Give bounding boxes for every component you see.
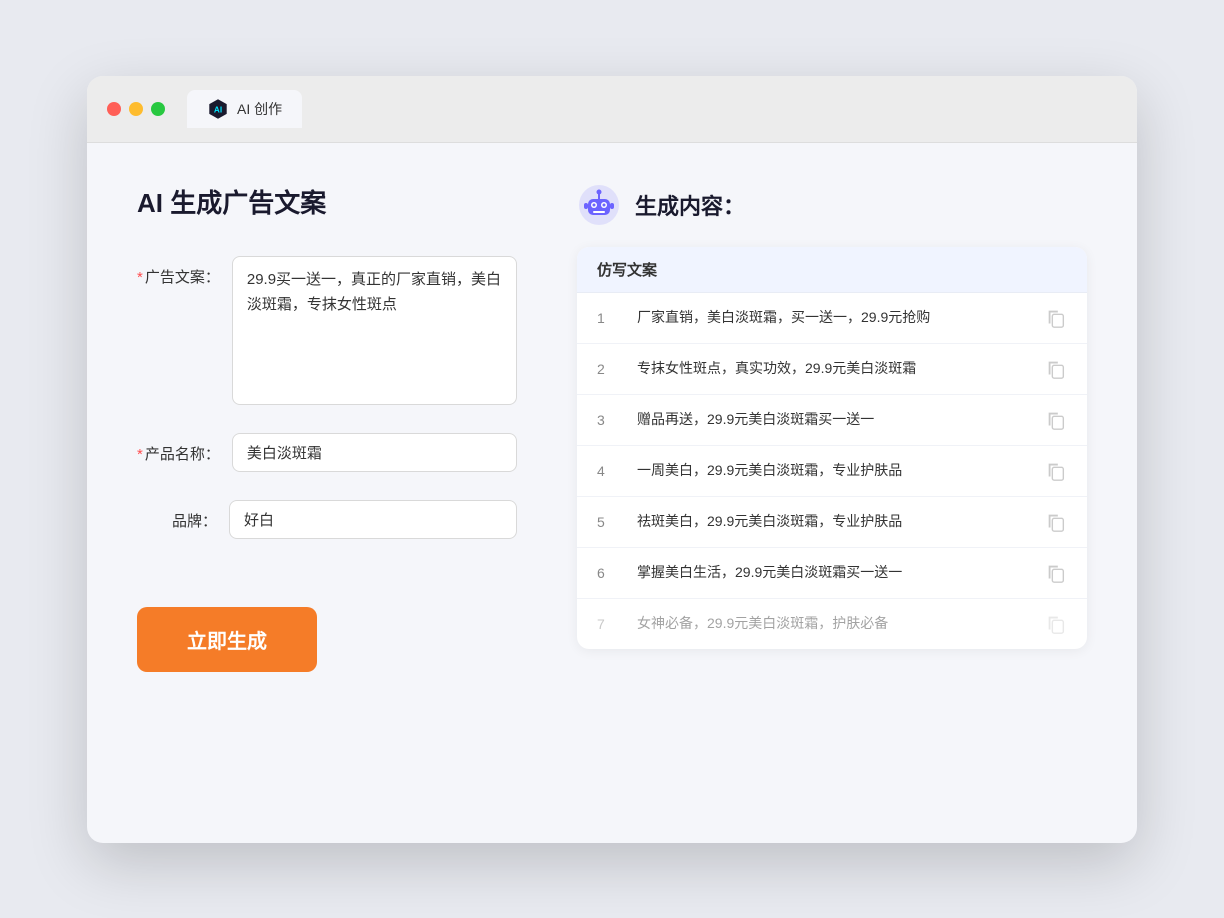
item-text: 祛斑美白，29.9元美白淡斑霜，专业护肤品 bbox=[637, 511, 1029, 532]
ad-form-row: *广告文案： 29.9买一送一，真正的厂家直销，美白淡斑霜，专抹女性斑点 bbox=[137, 256, 517, 406]
item-number: 1 bbox=[597, 310, 621, 326]
item-number: 3 bbox=[597, 412, 621, 428]
minimize-button[interactable] bbox=[129, 102, 143, 116]
copy-icon[interactable] bbox=[1045, 358, 1067, 380]
item-number: 6 bbox=[597, 565, 621, 581]
table-header: 仿写文案 bbox=[577, 247, 1087, 293]
item-number: 4 bbox=[597, 463, 621, 479]
copy-icon[interactable] bbox=[1045, 460, 1067, 482]
browser-window: AI AI 创作 AI 生成广告文案 *广告文案： 29.9买一送一，真正的厂家… bbox=[87, 76, 1137, 843]
product-required-star: * bbox=[137, 446, 143, 463]
item-text: 掌握美白生活，29.9元美白淡斑霜买一送一 bbox=[637, 562, 1029, 583]
svg-text:AI: AI bbox=[214, 105, 222, 114]
brand-input[interactable] bbox=[229, 500, 517, 539]
copy-icon[interactable] bbox=[1045, 511, 1067, 533]
title-bar: AI AI 创作 bbox=[87, 76, 1137, 143]
left-panel: AI 生成广告文案 *广告文案： 29.9买一送一，真正的厂家直销，美白淡斑霜，… bbox=[137, 183, 517, 803]
tab-label: AI 创作 bbox=[237, 99, 282, 119]
result-item: 5 祛斑美白，29.9元美白淡斑霜，专业护肤品 bbox=[577, 497, 1087, 548]
brand-label: 品牌： bbox=[137, 500, 217, 531]
item-text: 专抹女性斑点，真实功效，29.9元美白淡斑霜 bbox=[637, 358, 1029, 379]
item-text: 厂家直销，美白淡斑霜，买一送一，29.9元抢购 bbox=[637, 307, 1029, 328]
maximize-button[interactable] bbox=[151, 102, 165, 116]
result-item: 7 女神必备，29.9元美白淡斑霜，护肤必备 bbox=[577, 599, 1087, 649]
brand-form-row: 品牌： bbox=[137, 500, 517, 539]
item-number: 7 bbox=[597, 616, 621, 632]
product-form-row: *产品名称： bbox=[137, 433, 517, 472]
traffic-lights bbox=[107, 102, 165, 116]
ai-tab-icon: AI bbox=[207, 98, 229, 120]
item-text: 赠品再送，29.9元美白淡斑霜买一送一 bbox=[637, 409, 1029, 430]
ad-required-star: * bbox=[137, 269, 143, 286]
content-area: AI 生成广告文案 *广告文案： 29.9买一送一，真正的厂家直销，美白淡斑霜，… bbox=[87, 143, 1137, 843]
item-text: 一周美白，29.9元美白淡斑霜，专业护肤品 bbox=[637, 460, 1029, 481]
copy-icon[interactable] bbox=[1045, 613, 1067, 635]
result-item: 2 专抹女性斑点，真实功效，29.9元美白淡斑霜 bbox=[577, 344, 1087, 395]
ad-label: *广告文案： bbox=[137, 256, 220, 287]
ad-textarea[interactable]: 29.9买一送一，真正的厂家直销，美白淡斑霜，专抹女性斑点 bbox=[232, 256, 517, 406]
copy-icon[interactable] bbox=[1045, 562, 1067, 584]
result-title: 生成内容： bbox=[635, 189, 745, 221]
result-item: 1 厂家直销，美白淡斑霜，买一送一，29.9元抢购 bbox=[577, 293, 1087, 344]
item-number: 5 bbox=[597, 514, 621, 530]
robot-icon bbox=[577, 183, 621, 227]
result-items-container: 1 厂家直销，美白淡斑霜，买一送一，29.9元抢购 2 专抹女性斑点，真实功效，29… bbox=[577, 293, 1087, 649]
product-input[interactable] bbox=[232, 433, 517, 472]
close-button[interactable] bbox=[107, 102, 121, 116]
item-text: 女神必备，29.9元美白淡斑霜，护肤必备 bbox=[637, 613, 1029, 634]
copy-icon[interactable] bbox=[1045, 307, 1067, 329]
page-title: AI 生成广告文案 bbox=[137, 183, 517, 220]
item-number: 2 bbox=[597, 361, 621, 377]
right-panel: 生成内容： 仿写文案 1 厂家直销，美白淡斑霜，买一送一，29.9元抢购 2 专抹女… bbox=[577, 183, 1087, 803]
generate-button[interactable]: 立即生成 bbox=[137, 607, 317, 672]
product-label: *产品名称： bbox=[137, 433, 220, 464]
ai-tab[interactable]: AI AI 创作 bbox=[187, 90, 302, 128]
result-item: 6 掌握美白生活，29.9元美白淡斑霜买一送一 bbox=[577, 548, 1087, 599]
result-item: 3 赠品再送，29.9元美白淡斑霜买一送一 bbox=[577, 395, 1087, 446]
result-table: 仿写文案 1 厂家直销，美白淡斑霜，买一送一，29.9元抢购 2 专抹女性斑点，真实… bbox=[577, 247, 1087, 649]
result-header: 生成内容： bbox=[577, 183, 1087, 227]
result-item: 4 一周美白，29.9元美白淡斑霜，专业护肤品 bbox=[577, 446, 1087, 497]
copy-icon[interactable] bbox=[1045, 409, 1067, 431]
